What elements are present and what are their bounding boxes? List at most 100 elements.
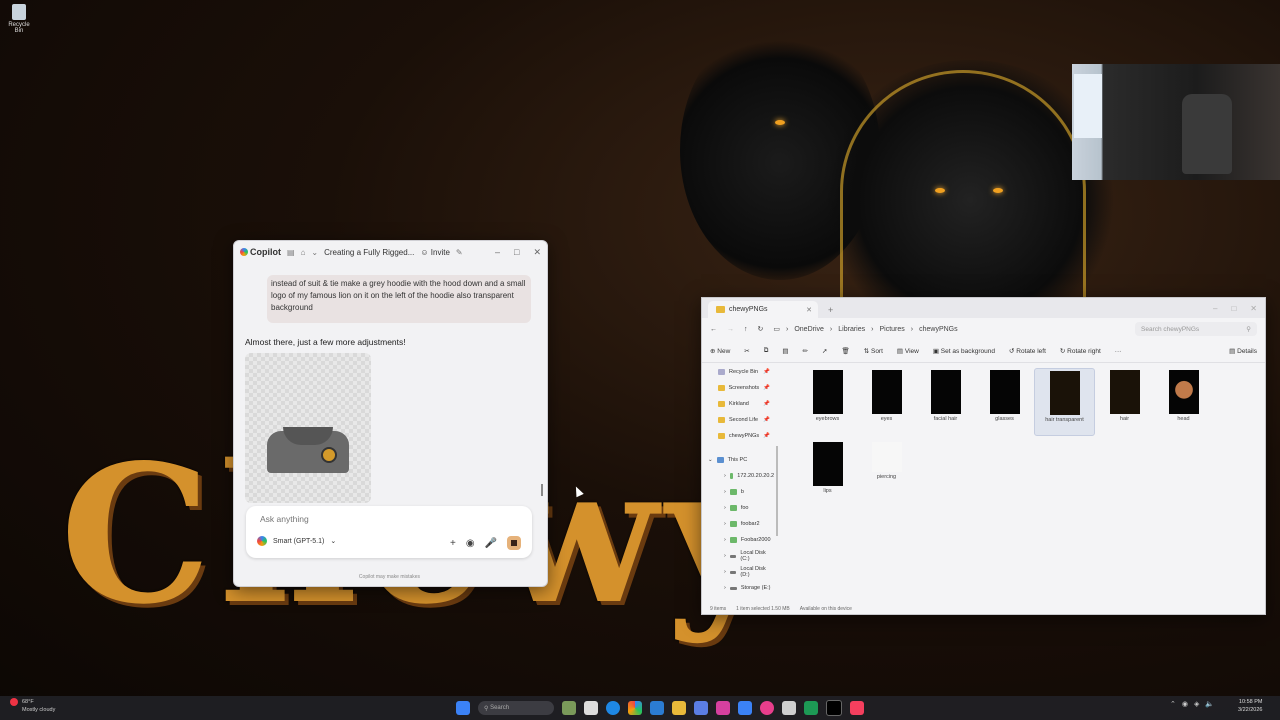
- up-icon[interactable]: ↑: [744, 326, 748, 333]
- refresh-icon[interactable]: ↻: [758, 325, 764, 333]
- music-icon[interactable]: [850, 701, 864, 715]
- breadcrumb-item[interactable]: OneDrive: [794, 326, 824, 333]
- share-icon[interactable]: ➚: [822, 347, 827, 355]
- file-name: piercing: [876, 474, 897, 480]
- start-icon[interactable]: [456, 701, 470, 715]
- pin-icon: 📌: [763, 385, 770, 391]
- explorer-search-input[interactable]: Search chewyPNGs ⚲: [1135, 322, 1257, 336]
- weather-widget[interactable]: 68°F Mostly cloudy: [10, 698, 55, 714]
- copy-icon[interactable]: ⧉: [764, 347, 769, 355]
- new-button[interactable]: ⊕ New: [710, 347, 730, 355]
- file-tile[interactable]: eyes: [857, 368, 916, 434]
- nav-item-second-life[interactable]: Second Life 📌: [702, 412, 774, 428]
- sidebar-toggle-icon[interactable]: ▤: [287, 248, 295, 257]
- edge-icon[interactable]: [606, 701, 620, 715]
- clock[interactable]: 10:58 PM 3/22/2026: [1238, 698, 1262, 714]
- copilot-taskbar-icon[interactable]: [628, 701, 642, 715]
- x-icon[interactable]: [826, 700, 842, 716]
- delete-icon[interactable]: 🗑: [841, 347, 849, 355]
- user-message-text: instead of suit & tie make a grey hoodie…: [271, 279, 526, 312]
- microphone-icon[interactable]: 🎤: [485, 538, 497, 549]
- new-tab-icon[interactable]: +: [828, 305, 833, 315]
- maximize-icon[interactable]: □: [514, 247, 519, 258]
- more-options-button[interactable]: ···: [1115, 348, 1122, 355]
- invite-button[interactable]: ☺ Invite: [420, 248, 450, 257]
- nav-item-drive[interactable]: › Local Disk (C:): [702, 548, 774, 564]
- rotate-left-button[interactable]: ↺ Rotate left: [1009, 347, 1046, 355]
- forward-icon[interactable]: →: [727, 326, 734, 333]
- nav-item-drive[interactable]: › foo: [702, 500, 774, 516]
- instagram-icon[interactable]: [716, 701, 730, 715]
- app-icon[interactable]: [760, 701, 774, 715]
- conversation-title[interactable]: Creating a Fully Rigged...: [324, 248, 414, 257]
- nav-item-drive[interactable]: › Storage (E:): [702, 580, 774, 596]
- store-icon[interactable]: [650, 701, 664, 715]
- model-selector[interactable]: Smart (GPT-5.1) ⌄: [257, 536, 336, 546]
- vision-icon[interactable]: ◉: [466, 538, 475, 549]
- nav-item-drive[interactable]: › Foobar2000: [702, 532, 774, 548]
- chat-scrollbar[interactable]: [541, 484, 543, 496]
- close-tab-icon[interactable]: ✕: [806, 306, 812, 314]
- file-tile[interactable]: facial hair: [916, 368, 975, 434]
- file-tile-selected[interactable]: hair transparent: [1034, 368, 1095, 436]
- breadcrumb-item[interactable]: chewyPNGs: [919, 326, 958, 333]
- close-icon[interactable]: ✕: [533, 247, 541, 258]
- nav-item-this-pc[interactable]: ⌄ This PC: [702, 452, 774, 468]
- nav-item-chewypngs[interactable]: chewyPNGs 📌: [702, 428, 774, 444]
- nav-item-drive[interactable]: › 172.20.20.20.2: [702, 468, 774, 484]
- nav-item-drive[interactable]: › foobar2: [702, 516, 774, 532]
- file-tile[interactable]: head: [1154, 368, 1213, 434]
- breadcrumb-item[interactable]: Libraries: [838, 326, 865, 333]
- breadcrumb[interactable]: ▭ › OneDrive › Libraries › Pictures › ch…: [773, 325, 958, 334]
- maximize-icon[interactable]: □: [1231, 304, 1236, 313]
- widgets-icon[interactable]: [562, 701, 576, 715]
- nav-scrollbar[interactable]: [776, 446, 778, 536]
- wifi-icon[interactable]: ◈: [1194, 700, 1199, 708]
- stop-button[interactable]: [507, 536, 522, 550]
- app-icon[interactable]: [804, 701, 818, 715]
- file-tile[interactable]: eyebrows: [798, 368, 857, 434]
- recycle-bin-desktop-icon[interactable]: Recycle Bin: [4, 4, 34, 34]
- file-tile[interactable]: glasses: [975, 368, 1034, 434]
- close-icon[interactable]: ✕: [1250, 304, 1257, 313]
- rename-icon[interactable]: ✏: [803, 347, 808, 355]
- home-icon[interactable]: ⌂: [301, 248, 306, 257]
- sort-button[interactable]: ⇅ Sort: [864, 347, 883, 355]
- file-tile[interactable]: lips: [798, 440, 857, 506]
- generated-image[interactable]: [245, 353, 371, 503]
- task-view-icon[interactable]: [584, 701, 598, 715]
- back-icon[interactable]: ←: [710, 326, 717, 333]
- rotate-right-button[interactable]: ↻ Rotate right: [1060, 347, 1101, 355]
- taskbar-search[interactable]: ⚲ Search: [478, 701, 554, 715]
- file-name: facial hair: [933, 416, 958, 422]
- breadcrumb-item[interactable]: Pictures: [879, 326, 904, 333]
- file-explorer-icon[interactable]: [672, 701, 686, 715]
- chevron-up-icon[interactable]: ⌃: [1170, 700, 1176, 708]
- nav-item-kirkland[interactable]: Kirkland 📌: [702, 396, 774, 412]
- minimize-icon[interactable]: –: [1213, 304, 1217, 313]
- app-icon[interactable]: [782, 701, 796, 715]
- chevron-down-icon[interactable]: ⌄: [311, 248, 318, 257]
- search-label: Search: [490, 705, 510, 711]
- details-button[interactable]: ▤ Details: [1229, 347, 1257, 355]
- paste-icon[interactable]: ▤: [782, 347, 788, 355]
- file-tile[interactable]: hair: [1095, 368, 1154, 434]
- nav-item-screenshots[interactable]: Screenshots 📌: [702, 380, 774, 396]
- nav-item-drive[interactable]: › Local Disk (D:): [702, 564, 774, 580]
- cut-icon[interactable]: ✂: [744, 347, 749, 355]
- file-explorer-window: chewyPNGs ✕ + – □ ✕ ← → ↑ ↻ ▭ › OneDrive…: [701, 297, 1266, 615]
- app-icon[interactable]: [694, 701, 708, 715]
- bluesky-icon[interactable]: [738, 701, 752, 715]
- volume-icon[interactable]: 🔈: [1205, 700, 1214, 708]
- new-chat-icon[interactable]: ✎: [456, 248, 463, 257]
- network-icon[interactable]: ◉: [1182, 700, 1188, 708]
- nav-item-recycle-bin[interactable]: Recycle Bin 📌: [702, 364, 774, 380]
- chat-input[interactable]: [258, 513, 502, 525]
- nav-item-drive[interactable]: › b: [702, 484, 774, 500]
- view-button[interactable]: ▤ View: [897, 347, 919, 355]
- add-icon[interactable]: +: [450, 538, 456, 549]
- minimize-icon[interactable]: –: [495, 247, 500, 258]
- tab-chewypngs[interactable]: chewyPNGs ✕: [708, 301, 818, 318]
- set-background-button[interactable]: ▣ Set as background: [933, 347, 995, 355]
- file-tile[interactable]: piercing: [857, 440, 916, 506]
